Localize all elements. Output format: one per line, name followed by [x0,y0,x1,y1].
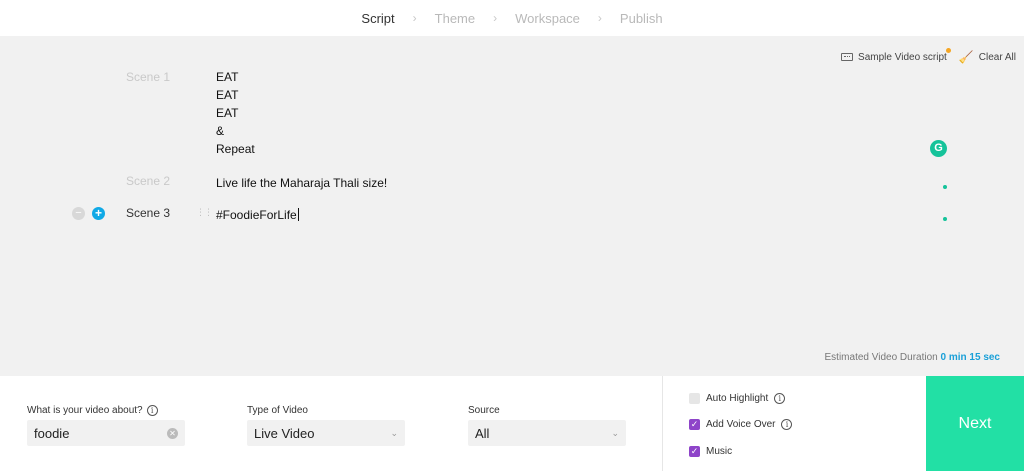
video-about-value: foodie [34,425,70,441]
notification-dot [945,47,951,53]
drag-handle-icon[interactable]: ⋮⋮ [196,207,213,218]
voice-over-label: Add Voice Over [706,419,776,430]
voice-over-checkbox[interactable]: ✓ [689,419,700,430]
sample-video-script-label: Sample Video script [858,51,947,63]
video-about-input[interactable]: foodie ✕ [27,420,185,446]
scene-label: Scene 1 [126,70,171,84]
chevron-right-icon: › [493,11,498,25]
progress-stepper: Script › Theme › Workspace › Publish [0,0,1024,36]
about-label-text: What is your video about? [27,405,143,416]
clear-input-icon[interactable]: ✕ [167,427,178,439]
step-theme[interactable]: Theme [435,11,475,26]
scene-text[interactable]: Live life the Maharaja Thali size! [216,174,387,192]
info-icon[interactable]: i [781,419,793,430]
add-scene-button[interactable]: + [92,207,105,220]
auto-highlight-checkbox[interactable] [689,393,700,404]
scene-text[interactable]: #FoodieForLife [216,206,299,224]
video-type-value: Live Video [254,425,315,441]
options-group: Auto Highlight i ✓ Add Voice Over i ✓ Mu… [662,376,926,471]
scene-line: EAT [216,88,239,102]
clear-all-label: Clear All [978,51,1016,63]
duration-label: Estimated Video Duration [824,352,938,363]
settings-panel: What is your video about? i foodie ✕ Typ… [0,376,1024,471]
chevron-down-icon: ⌄ [390,427,398,438]
scene-line: EAT [216,70,239,84]
voice-over-option[interactable]: ✓ Add Voice Over i [689,419,793,430]
remove-scene-button[interactable]: − [72,207,85,220]
step-workspace[interactable]: Workspace [515,11,580,26]
video-type-select[interactable]: Live Video ⌄ [247,420,405,446]
about-field-label: What is your video about? i [27,405,158,416]
scene-line: Repeat [216,142,255,156]
estimated-duration: Estimated Video Duration 0 min 15 sec [825,352,1000,363]
type-label-text: Type of Video [247,405,308,416]
chevron-down-icon: ⌄ [611,427,619,438]
sample-video-script-button[interactable]: Sample Video script [841,47,951,63]
info-icon[interactable]: i [774,393,786,404]
source-select[interactable]: All ⌄ [468,420,626,446]
music-label: Music [706,446,733,457]
script-editor: Sample Video script 🧹 Clear All Scene 1 … [0,36,1024,376]
scene-line: Live life the Maharaja Thali size! [216,176,388,190]
scene-line: #FoodieForLife [216,208,297,222]
keyboard-icon [841,53,854,61]
chevron-right-icon: › [412,11,417,25]
next-button[interactable]: Next [926,376,1024,471]
source-field-label: Source [468,405,500,416]
grammarly-icon[interactable]: G [930,140,947,157]
clear-all-button[interactable]: 🧹 Clear All [959,50,1016,64]
scene-line: EAT [216,106,239,120]
scene-text[interactable]: EAT EAT EAT & Repeat [216,68,255,158]
source-label-text: Source [468,405,500,416]
scene-label: Scene 2 [126,174,171,188]
info-icon[interactable]: i [146,405,158,416]
auto-highlight-label: Auto Highlight [706,393,769,404]
text-caret [297,208,299,221]
step-publish[interactable]: Publish [620,11,663,26]
chevron-right-icon: › [597,11,602,25]
status-dot [943,217,947,221]
type-field-label: Type of Video [247,405,308,416]
scene-line: & [216,124,225,138]
step-script[interactable]: Script [361,11,394,26]
auto-highlight-option[interactable]: Auto Highlight i [689,393,786,404]
music-option[interactable]: ✓ Music [689,446,732,457]
status-dot [943,185,947,189]
duration-value: 0 min 15 sec [940,352,1000,363]
music-checkbox[interactable]: ✓ [689,446,700,457]
source-value: All [475,425,490,441]
scene-label: Scene 3 [126,206,171,220]
editor-toolbar: Sample Video script 🧹 Clear All [841,47,1016,64]
broom-icon: 🧹 [958,50,974,64]
